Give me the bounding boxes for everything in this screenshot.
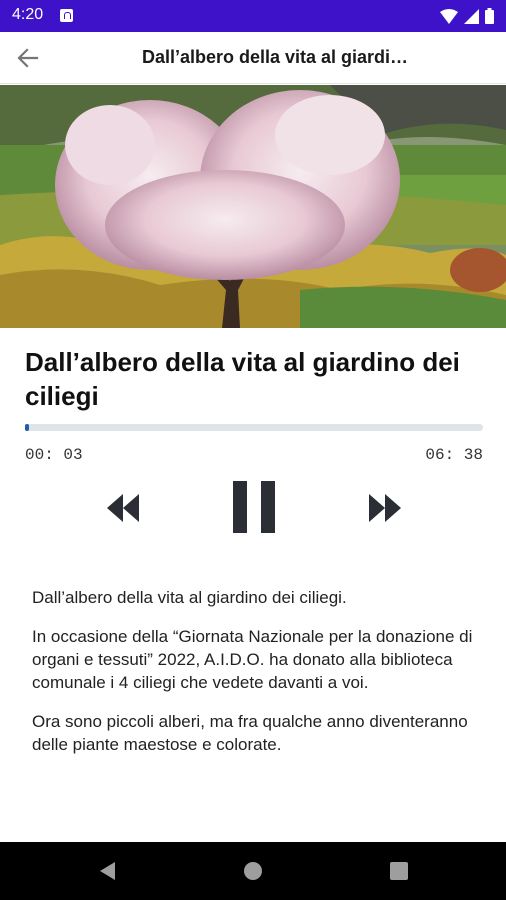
- fast-forward-button[interactable]: [362, 488, 408, 528]
- status-time: 4:20: [12, 6, 44, 23]
- current-time: 00: 03: [25, 446, 83, 464]
- triangle-back-icon: [100, 862, 115, 880]
- status-icons: [440, 8, 494, 24]
- description-text: Dall’albero della vita al giardino dei c…: [32, 586, 482, 792]
- app-bar: Dall’albero della vita al giardi…: [0, 32, 506, 84]
- rewind-button[interactable]: [100, 488, 146, 528]
- nav-back-button[interactable]: [95, 859, 119, 883]
- pause-button[interactable]: [226, 478, 282, 536]
- fast-forward-icon: [369, 494, 401, 522]
- arrow-left-icon: [17, 48, 39, 68]
- battery-icon: [485, 8, 494, 24]
- circle-home-icon: [244, 862, 262, 880]
- nav-recents-button[interactable]: [387, 859, 411, 883]
- cover-image: [0, 85, 506, 328]
- pause-icon: [233, 481, 275, 533]
- system-nav-bar: [0, 842, 506, 900]
- back-button[interactable]: [12, 42, 44, 74]
- status-bar: 4:20: [0, 0, 506, 32]
- progress-fill: [25, 424, 29, 431]
- wifi-icon: [440, 8, 458, 24]
- nav-home-button[interactable]: [241, 859, 265, 883]
- description-paragraph: Dall’albero della vita al giardino dei c…: [32, 588, 347, 607]
- rewind-icon: [107, 494, 139, 522]
- app-bar-title: Dall’albero della vita al giardi…: [141, 47, 409, 67]
- track-title: Dall’albero della vita al giardino dei c…: [25, 347, 460, 411]
- description-paragraph: In occasione della “Giornata Nazionale p…: [32, 627, 473, 692]
- notification-icon: [60, 9, 73, 22]
- square-recents-icon: [390, 862, 408, 880]
- description-paragraph: Ora sono piccoli alberi, ma fra qualche …: [32, 712, 468, 754]
- total-time: 06: 38: [425, 446, 483, 464]
- progress-bar[interactable]: [25, 424, 483, 431]
- signal-icon: [464, 8, 479, 24]
